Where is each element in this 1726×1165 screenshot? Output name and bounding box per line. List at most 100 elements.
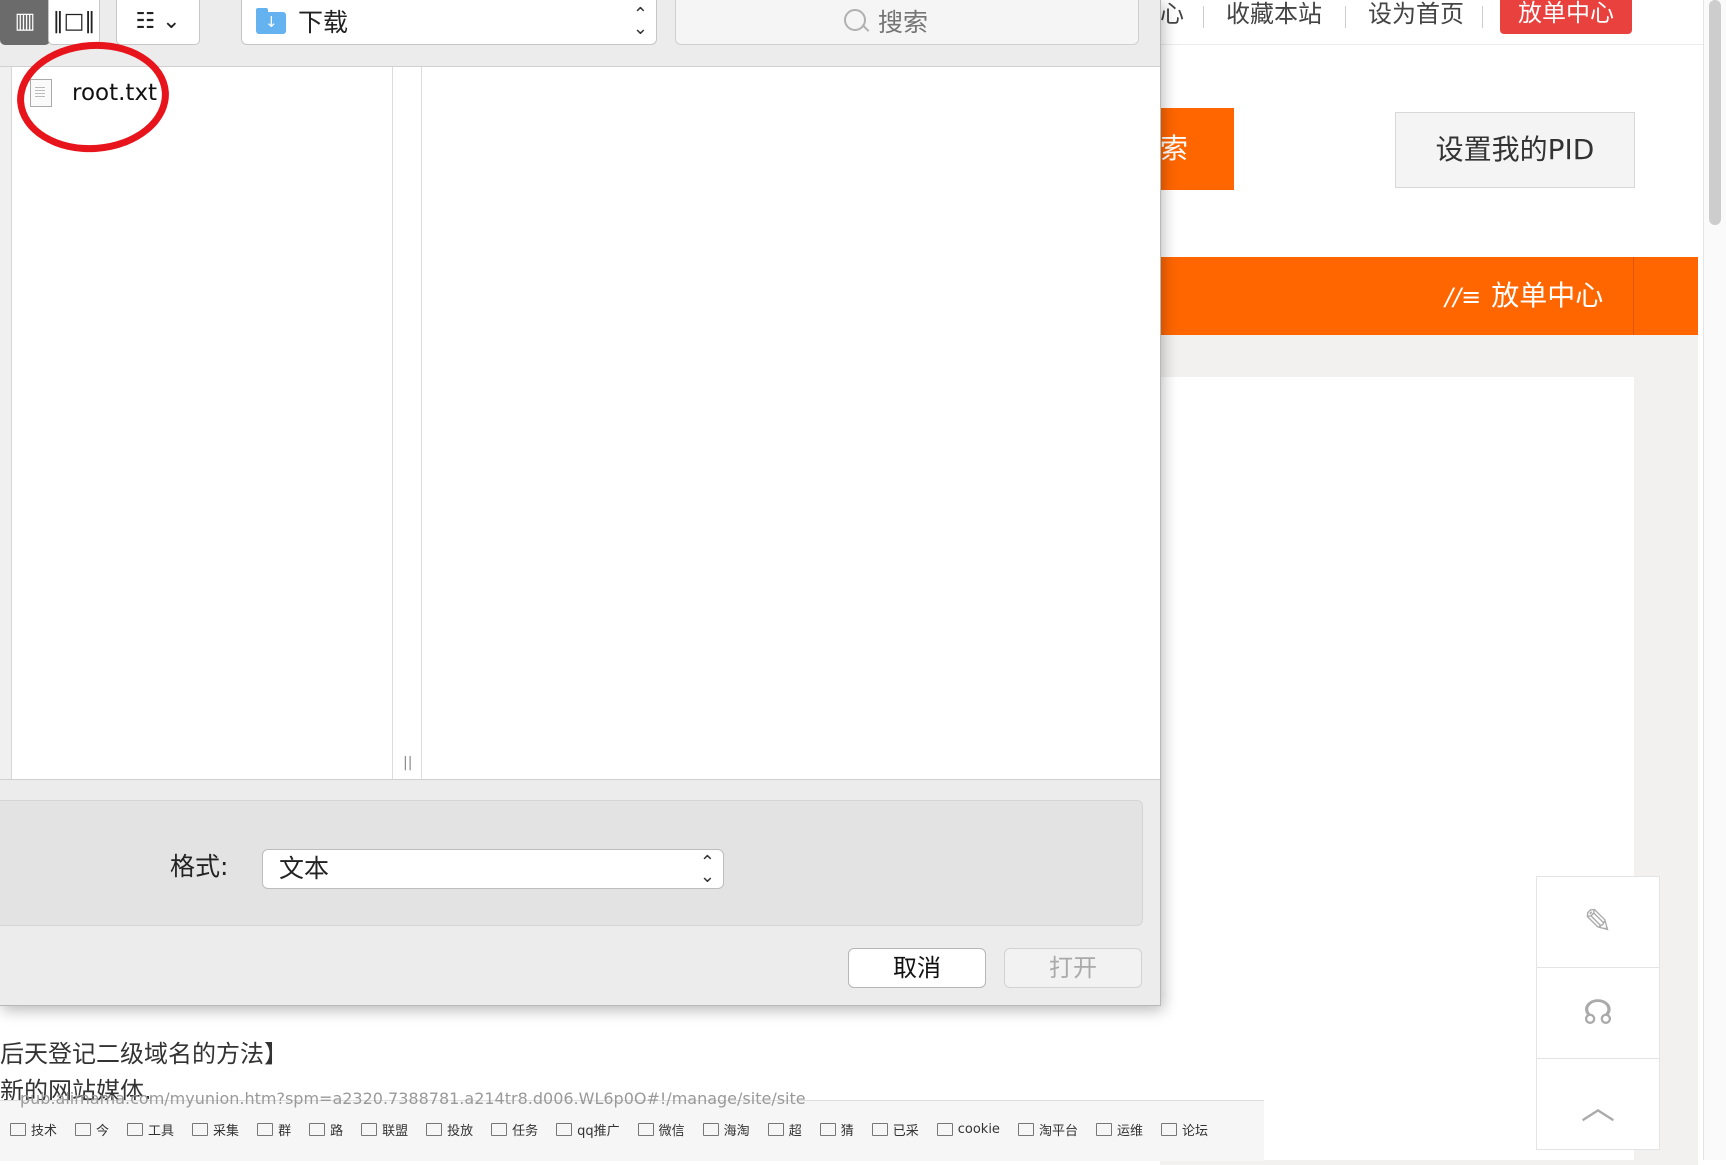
folder-icon	[871, 1123, 888, 1136]
bookmark-label: 淘平台	[1038, 1124, 1078, 1139]
bookmark-folder[interactable]: 采集	[192, 1120, 239, 1139]
folder-icon	[819, 1123, 836, 1136]
folder-icon	[309, 1123, 326, 1136]
column-view-icon: ▥	[14, 9, 36, 34]
updown-arrows-icon: ⌃ ⌄	[699, 852, 715, 887]
bookmark-label: 今	[96, 1124, 110, 1139]
bookmark-folder[interactable]: 淘平台	[1017, 1120, 1078, 1139]
folder-icon	[767, 1123, 784, 1136]
search-input[interactable]	[876, 6, 1080, 38]
search-button[interactable]: 索	[1160, 108, 1234, 190]
bookmark-folder[interactable]: qq推广	[556, 1120, 620, 1139]
search-field[interactable]	[675, 0, 1139, 45]
location-popup[interactable]: 下载 ⌃⌄	[241, 0, 657, 45]
bookmark-folder[interactable]: 联盟	[361, 1120, 408, 1139]
cancel-button[interactable]: 取消	[848, 948, 986, 988]
folder-icon	[192, 1123, 209, 1136]
folder-icon	[637, 1123, 654, 1136]
bookmark-label: qq推广	[577, 1124, 620, 1139]
folder-icon	[936, 1123, 953, 1136]
chevron-up-icon: ︿	[1581, 1087, 1615, 1128]
page-scrollbar[interactable]	[1703, 0, 1726, 1160]
bookmark-folder[interactable]: 微信	[637, 1120, 685, 1139]
file-column: root.txt	[12, 67, 393, 779]
bookmark-label: 海淘	[723, 1124, 750, 1139]
url-bar[interactable]: pub.alimama.com/myunion.htm?spm=a2320.73…	[20, 1090, 1020, 1108]
format-value: 文本	[279, 854, 330, 883]
bookmark-folder[interactable]: 群	[257, 1120, 291, 1139]
list-edit-icon: //≡	[1445, 283, 1482, 311]
top-release-center-button[interactable]: 放单中心	[1500, 0, 1632, 34]
bookmark-label: 采集	[213, 1124, 240, 1139]
group-button[interactable]: ☷ ⌄	[116, 0, 200, 45]
floating-tools: ✎ ☊ ︿	[1536, 876, 1660, 1150]
folder-icon	[1095, 1123, 1112, 1136]
bookmark-label: 投放	[447, 1124, 474, 1139]
file-browser: root.txt ||	[0, 66, 1160, 780]
support-tool-button[interactable]: ☊	[1537, 968, 1659, 1059]
bookmark-label: 任务	[512, 1124, 539, 1139]
folder-download-icon	[256, 8, 286, 34]
bookmark-folder[interactable]: 工具	[127, 1120, 174, 1139]
column-view-button[interactable]: ▥	[0, 0, 50, 45]
nav-separator	[1345, 6, 1346, 28]
nav-separator	[1203, 6, 1204, 28]
bookmark-folder[interactable]: 投放	[426, 1120, 473, 1139]
bookmark-folder[interactable]: 今	[75, 1120, 109, 1139]
bookmark-folder[interactable]: 论坛	[1160, 1120, 1208, 1139]
folder-icon	[75, 1123, 92, 1136]
release-center-label: 放单中心	[1491, 279, 1604, 312]
open-file-dialog: ▥ ‖□‖ ☷ ⌄ 下载 ⌃⌄ root.txt ||	[0, 0, 1161, 1006]
open-button[interactable]: 打开	[1004, 948, 1142, 988]
bookmark-label: 猜	[840, 1124, 854, 1139]
release-center-nav-item[interactable]: //≡ 放单中心	[1445, 257, 1603, 335]
folder-icon	[257, 1123, 274, 1136]
folder-icon	[426, 1123, 443, 1136]
bookmark-folder[interactable]: 猜	[819, 1120, 854, 1139]
bookmark-folder[interactable]: 超	[767, 1120, 802, 1139]
resize-grip-icon[interactable]: ||	[403, 755, 412, 771]
folder-icon	[127, 1123, 144, 1136]
article-text-line: 后天登记二级域名的方法】	[0, 1040, 288, 1068]
edit-icon: ✎	[1583, 902, 1613, 942]
cover-flow-button[interactable]: ‖□‖	[48, 0, 100, 45]
bookmark-folder[interactable]: 技术	[10, 1120, 57, 1139]
set-homepage-link[interactable]: 设为首页	[1368, 0, 1464, 28]
bookmark-label: 联盟	[382, 1124, 409, 1139]
orange-nav-bar: //≡ 放单中心	[1160, 257, 1698, 335]
bookmark-label: 已采	[892, 1124, 919, 1139]
dialog-toolbar: ▥ ‖□‖ ☷ ⌄ 下载 ⌃⌄	[0, 0, 1160, 66]
search-icon	[844, 9, 866, 31]
folder-icon	[10, 1123, 26, 1136]
bookmark-folder[interactable]: 运维	[1095, 1120, 1143, 1139]
folder-icon	[1017, 1123, 1034, 1136]
options-panel: 格式: 文本 ⌃ ⌄	[0, 800, 1143, 926]
bookmark-folder[interactable]: 海淘	[702, 1120, 750, 1139]
bookmark-label: 论坛	[1181, 1124, 1208, 1139]
format-label: 格式:	[170, 852, 229, 881]
nav-separator	[1482, 6, 1483, 28]
folder-icon	[556, 1123, 573, 1136]
scrollbar-thumb[interactable]	[1709, 0, 1721, 225]
bookmark-label: 微信	[658, 1124, 685, 1139]
location-label: 下载	[298, 8, 349, 37]
column-resize-area[interactable]: ||	[393, 67, 422, 779]
edit-tool-button[interactable]: ✎	[1537, 877, 1659, 968]
bookmark-site-link[interactable]: 收藏本站	[1226, 0, 1322, 28]
bookmark-folder[interactable]: 路	[309, 1120, 343, 1139]
back-to-top-button[interactable]: ︿	[1537, 1059, 1659, 1149]
bookmark-label: 群	[278, 1124, 292, 1139]
column-edge	[0, 67, 12, 779]
top-nav-fragment[interactable]: 心	[1160, 0, 1184, 28]
bookmark-folder[interactable]: cookie	[936, 1120, 1000, 1139]
bookmarks-bar: 技术 今 工具 采集 群 路 联盟 投放 任务 qq推广 微信 海淘 超 猜 已…	[10, 1120, 1208, 1139]
format-select[interactable]: 文本 ⌃ ⌄	[262, 849, 724, 889]
bookmark-label: 运维	[1116, 1124, 1143, 1139]
headset-icon: ☊	[1582, 993, 1614, 1033]
bookmark-folder[interactable]: 已采	[871, 1120, 919, 1139]
search-button-label: 索	[1160, 132, 1189, 165]
bookmark-label: 技术	[31, 1124, 58, 1139]
bookmark-folder[interactable]: 任务	[491, 1120, 538, 1139]
set-pid-button[interactable]: 设置我的PID	[1395, 112, 1635, 188]
nav-divider	[1633, 257, 1634, 335]
